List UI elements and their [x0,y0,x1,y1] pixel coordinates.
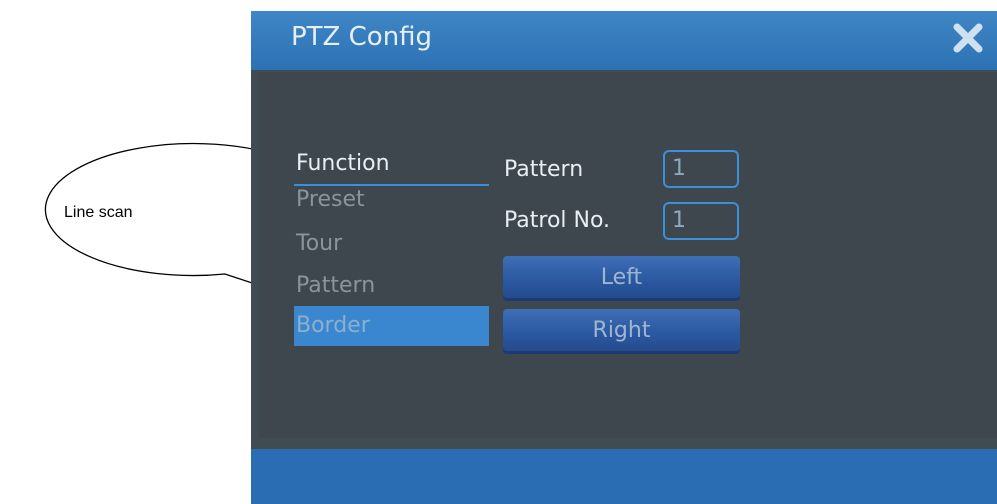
left-button-label: Left [600,265,643,290]
patrol-no-input[interactable]: 1 [663,202,739,240]
right-button[interactable]: Right [503,309,740,354]
window-title: PTZ Config [291,22,433,52]
pattern-value: 1 [672,156,686,181]
pattern-label: Pattern [504,157,584,182]
menu-header-underline [294,184,489,186]
menu-item-preset[interactable]: Preset [296,187,365,212]
menu-item-border[interactable]: Border [296,313,370,338]
footer-bar [251,449,997,504]
close-button[interactable] [951,21,985,55]
callout-text: Line scan [64,204,133,221]
menu-item-pattern[interactable]: Pattern [296,273,375,298]
title-bar: PTZ Config [251,11,997,70]
menu-item-tour[interactable]: Tour [296,231,342,256]
close-icon [953,23,983,53]
menu-header-function: Function [296,151,390,176]
patrol-no-label: Patrol No. [504,208,611,233]
pattern-input[interactable]: 1 [663,150,739,188]
content-panel [259,72,997,438]
left-button[interactable]: Left [503,256,740,301]
ptz-config-dialog: PTZ Config Function Preset Tour Pattern … [251,11,997,504]
patrol-no-value: 1 [672,208,686,233]
right-button-label: Right [592,318,651,343]
